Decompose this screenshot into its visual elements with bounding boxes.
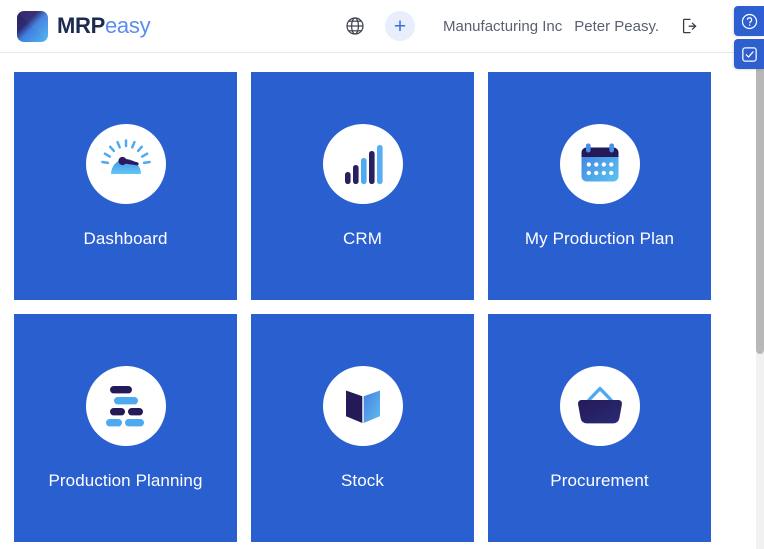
company-name[interactable]: Manufacturing Inc <box>443 18 562 35</box>
module-tile-grid: Dashboard CRM <box>14 72 712 542</box>
tile-procurement[interactable]: Procurement <box>488 314 711 542</box>
mrpeasy-logo-mark <box>17 11 48 42</box>
logo-text-primary: MRP <box>57 13 105 38</box>
logo-text-secondary: easy <box>105 13 150 38</box>
tile-label: Stock <box>341 472 384 491</box>
tile-production-planning[interactable]: Production Planning <box>14 314 237 542</box>
app-logo[interactable]: MRPeasy <box>17 11 150 42</box>
open-box-icon <box>323 366 403 446</box>
calendar-icon <box>560 124 640 204</box>
header-actions: + Manufacturing Inc Peter Peasy. <box>340 11 756 41</box>
tile-label: My Production Plan <box>525 230 674 249</box>
add-button[interactable]: + <box>385 11 415 41</box>
checklist-tab[interactable] <box>734 39 764 69</box>
shopping-basket-icon <box>560 366 640 446</box>
globe-icon[interactable] <box>340 11 370 41</box>
application-root: MRPeasy + Manufacturing Inc Peter Peasy. <box>0 0 764 549</box>
tile-crm[interactable]: CRM <box>251 72 474 300</box>
logo-wordmark: MRPeasy <box>57 15 150 37</box>
bar-chart-icon <box>323 124 403 204</box>
app-header: MRPeasy + Manufacturing Inc Peter Peasy. <box>0 0 756 53</box>
gantt-chart-icon <box>86 366 166 446</box>
tile-label: Dashboard <box>83 230 167 249</box>
gauge-icon <box>86 124 166 204</box>
tile-label: CRM <box>343 230 382 249</box>
logout-icon[interactable] <box>674 11 704 41</box>
tile-stock[interactable]: Stock <box>251 314 474 542</box>
tile-label: Procurement <box>550 472 648 491</box>
tile-label: Production Planning <box>48 472 202 491</box>
user-name[interactable]: Peter Peasy. <box>574 18 659 35</box>
page-scrollbar[interactable] <box>756 54 764 549</box>
side-tab-group <box>734 6 764 69</box>
scrollbar-thumb[interactable] <box>756 54 764 354</box>
help-tab[interactable] <box>734 6 764 36</box>
tile-dashboard[interactable]: Dashboard <box>14 72 237 300</box>
tile-my-production-plan[interactable]: My Production Plan <box>488 72 711 300</box>
